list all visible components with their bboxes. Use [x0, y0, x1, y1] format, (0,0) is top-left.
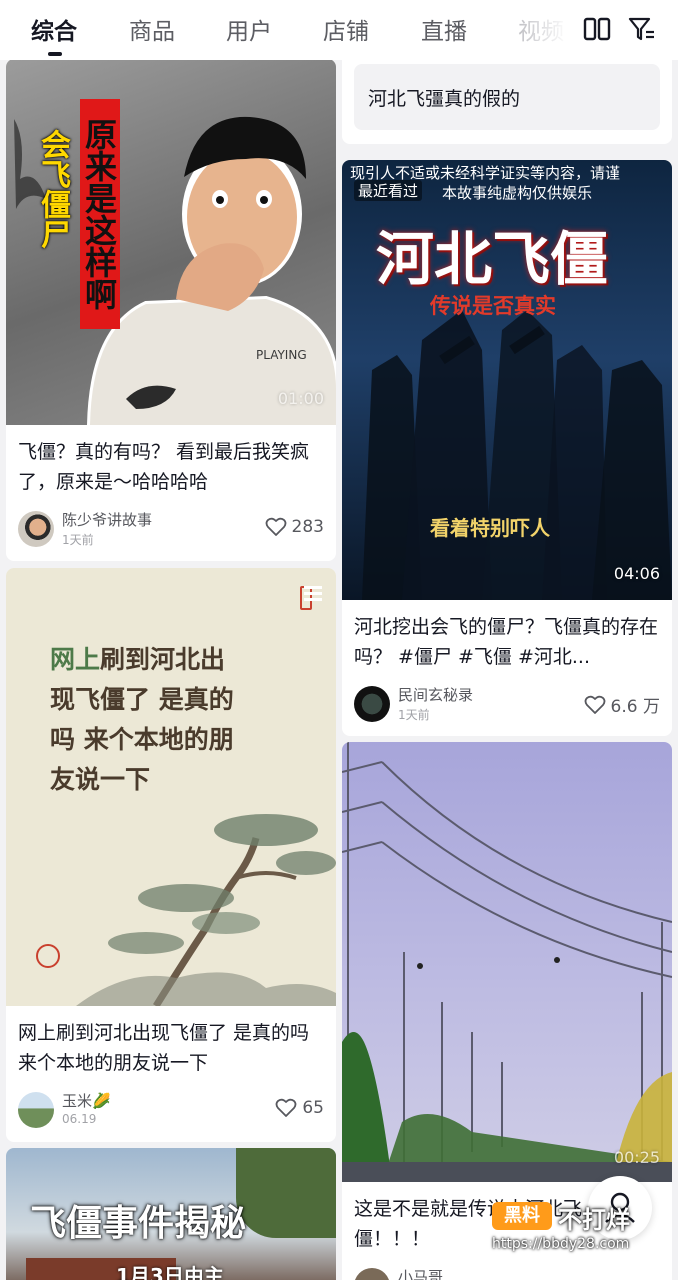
two-column-layout-icon[interactable] [582, 14, 612, 44]
search-results-feed: PLAYING 原来是这样啊 会飞僵尸 01:00 飞僵？真的有吗？ 看到最后我… [0, 60, 678, 1280]
heart-icon [584, 695, 605, 714]
tab-products[interactable]: 商品 [129, 12, 175, 46]
author-name[interactable]: 小马哥 [398, 1266, 443, 1280]
search-result-tabs: 综合 商品 用户 店铺 直播 视频 [0, 0, 678, 60]
heart-icon [275, 1098, 297, 1117]
tab-live[interactable]: 直播 [421, 12, 467, 46]
recently-viewed-badge: 最近看过 [354, 180, 423, 201]
author-name[interactable]: 陈少爷讲故事 [62, 509, 152, 530]
like-count-value: 65 [302, 1098, 324, 1118]
video-duration: 04:06 [613, 564, 660, 583]
author-name[interactable]: 民间玄秘录 [398, 684, 473, 705]
pine-tree-painting [36, 814, 336, 1006]
video-card[interactable]: 网上刷到河北出 现飞僵了 是真的 吗 来个本地的朋 友说一下 网上刷到河北出现飞… [6, 568, 336, 1142]
watermark-url: https://bbdy28.com [492, 1236, 630, 1252]
video-duration: 01:00 [277, 389, 324, 408]
power-lines-image [342, 742, 672, 1182]
like-count-value: 6.6 万 [610, 697, 660, 717]
svg-text:PLAYING: PLAYING [256, 348, 307, 362]
author-name[interactable]: 玉米🌽 [62, 1090, 111, 1111]
tab-shops[interactable]: 店铺 [323, 12, 369, 46]
image-cover[interactable]: 网上刷到河北出 现飞僵了 是真的 吗 来个本地的朋 友说一下 [6, 568, 336, 1006]
cover-bottom-caption: 看着特别吓人 [430, 516, 550, 540]
related-search-card: 河北飞彊真的假的 [342, 60, 672, 144]
related-search-item[interactable]: 河北飞彊真的假的 [354, 64, 660, 130]
tab-comprehensive[interactable]: 综合 [31, 12, 77, 46]
tree-image [236, 1148, 336, 1238]
tab-users[interactable]: 用户 [226, 12, 272, 46]
watermark-logo: 黑料 [492, 1202, 552, 1230]
video-title[interactable]: 网上刷到河北出现飞僵了 是真的吗 来个本地的朋友说一下 [18, 1018, 324, 1078]
video-title[interactable]: 飞僵？真的有吗？ 看到最后我笑疯了，原来是～哈哈哈哈 [18, 437, 324, 497]
video-title[interactable]: 河北挖出会飞的僵尸？飞僵真的存在吗？ #僵尸 #飞僵 #河北... [354, 612, 660, 672]
cover-disclaimer-text: 本故事纯虚构仅供娱乐 [442, 184, 593, 202]
cover-headline: 河北飞僵 [376, 225, 609, 293]
video-cover[interactable]: PLAYING 原来是这样啊 会飞僵尸 01:00 [6, 60, 336, 425]
avatar[interactable] [18, 511, 54, 547]
avatar[interactable] [354, 1268, 390, 1280]
filter-icon[interactable] [627, 14, 657, 44]
cover-caption-red: 原来是这样啊 [80, 99, 120, 329]
site-watermark: 黑料 不打烊 https://bbdy28.com [492, 1196, 662, 1268]
heart-icon [265, 517, 286, 536]
avatar[interactable] [354, 686, 390, 722]
video-duration: 00:25 [613, 1148, 660, 1167]
active-tab-indicator [48, 52, 62, 56]
like-count[interactable]: 6.6 万 [584, 692, 660, 717]
author-row[interactable]: 民间玄秘录 1天前 6.6 万 [354, 684, 660, 724]
author-row[interactable]: 玉米🌽 06.19 65 [18, 1090, 324, 1130]
post-time: 1天前 [62, 533, 94, 547]
cover-date: 1月3日由主 [116, 1264, 224, 1280]
post-time: 1天前 [398, 708, 430, 722]
avatar[interactable] [18, 1092, 54, 1128]
video-cover[interactable]: 00:25 [342, 742, 672, 1182]
tabs-fade [510, 0, 580, 58]
like-count[interactable]: 65 [275, 1098, 324, 1118]
like-count-value: 283 [291, 517, 324, 537]
video-cover[interactable]: 飞僵事件揭秘 1月3日由主 [6, 1148, 336, 1280]
author-row[interactable]: 陈少爷讲故事 1天前 283 [18, 509, 324, 549]
cover-subheadline: 传说是否真实 [430, 294, 556, 318]
video-card[interactable]: 飞僵事件揭秘 1月3日由主 [6, 1148, 336, 1280]
cover-headline: 飞僵事件揭秘 [30, 1203, 247, 1244]
video-card[interactable]: 现引人不适或未经科学证实等内容，请谨 本故事纯虚构仅供娱乐 最近看过 河北飞僵 … [342, 160, 672, 736]
cover-caption-yellow: 会飞僵尸 [35, 129, 70, 249]
related-search-text: 河北飞彊真的假的 [368, 88, 521, 110]
watermark-text: 不打烊 [558, 1206, 630, 1234]
author-row[interactable]: 小马哥 [354, 1266, 660, 1280]
video-cover[interactable]: 现引人不适或未经科学证实等内容，请谨 本故事纯虚构仅供娱乐 最近看过 河北飞僵 … [342, 160, 672, 600]
post-time: 06.19 [62, 1112, 97, 1126]
like-count[interactable]: 283 [265, 517, 324, 537]
video-card[interactable]: PLAYING 原来是这样啊 会飞僵尸 01:00 飞僵？真的有吗？ 看到最后我… [6, 60, 336, 561]
